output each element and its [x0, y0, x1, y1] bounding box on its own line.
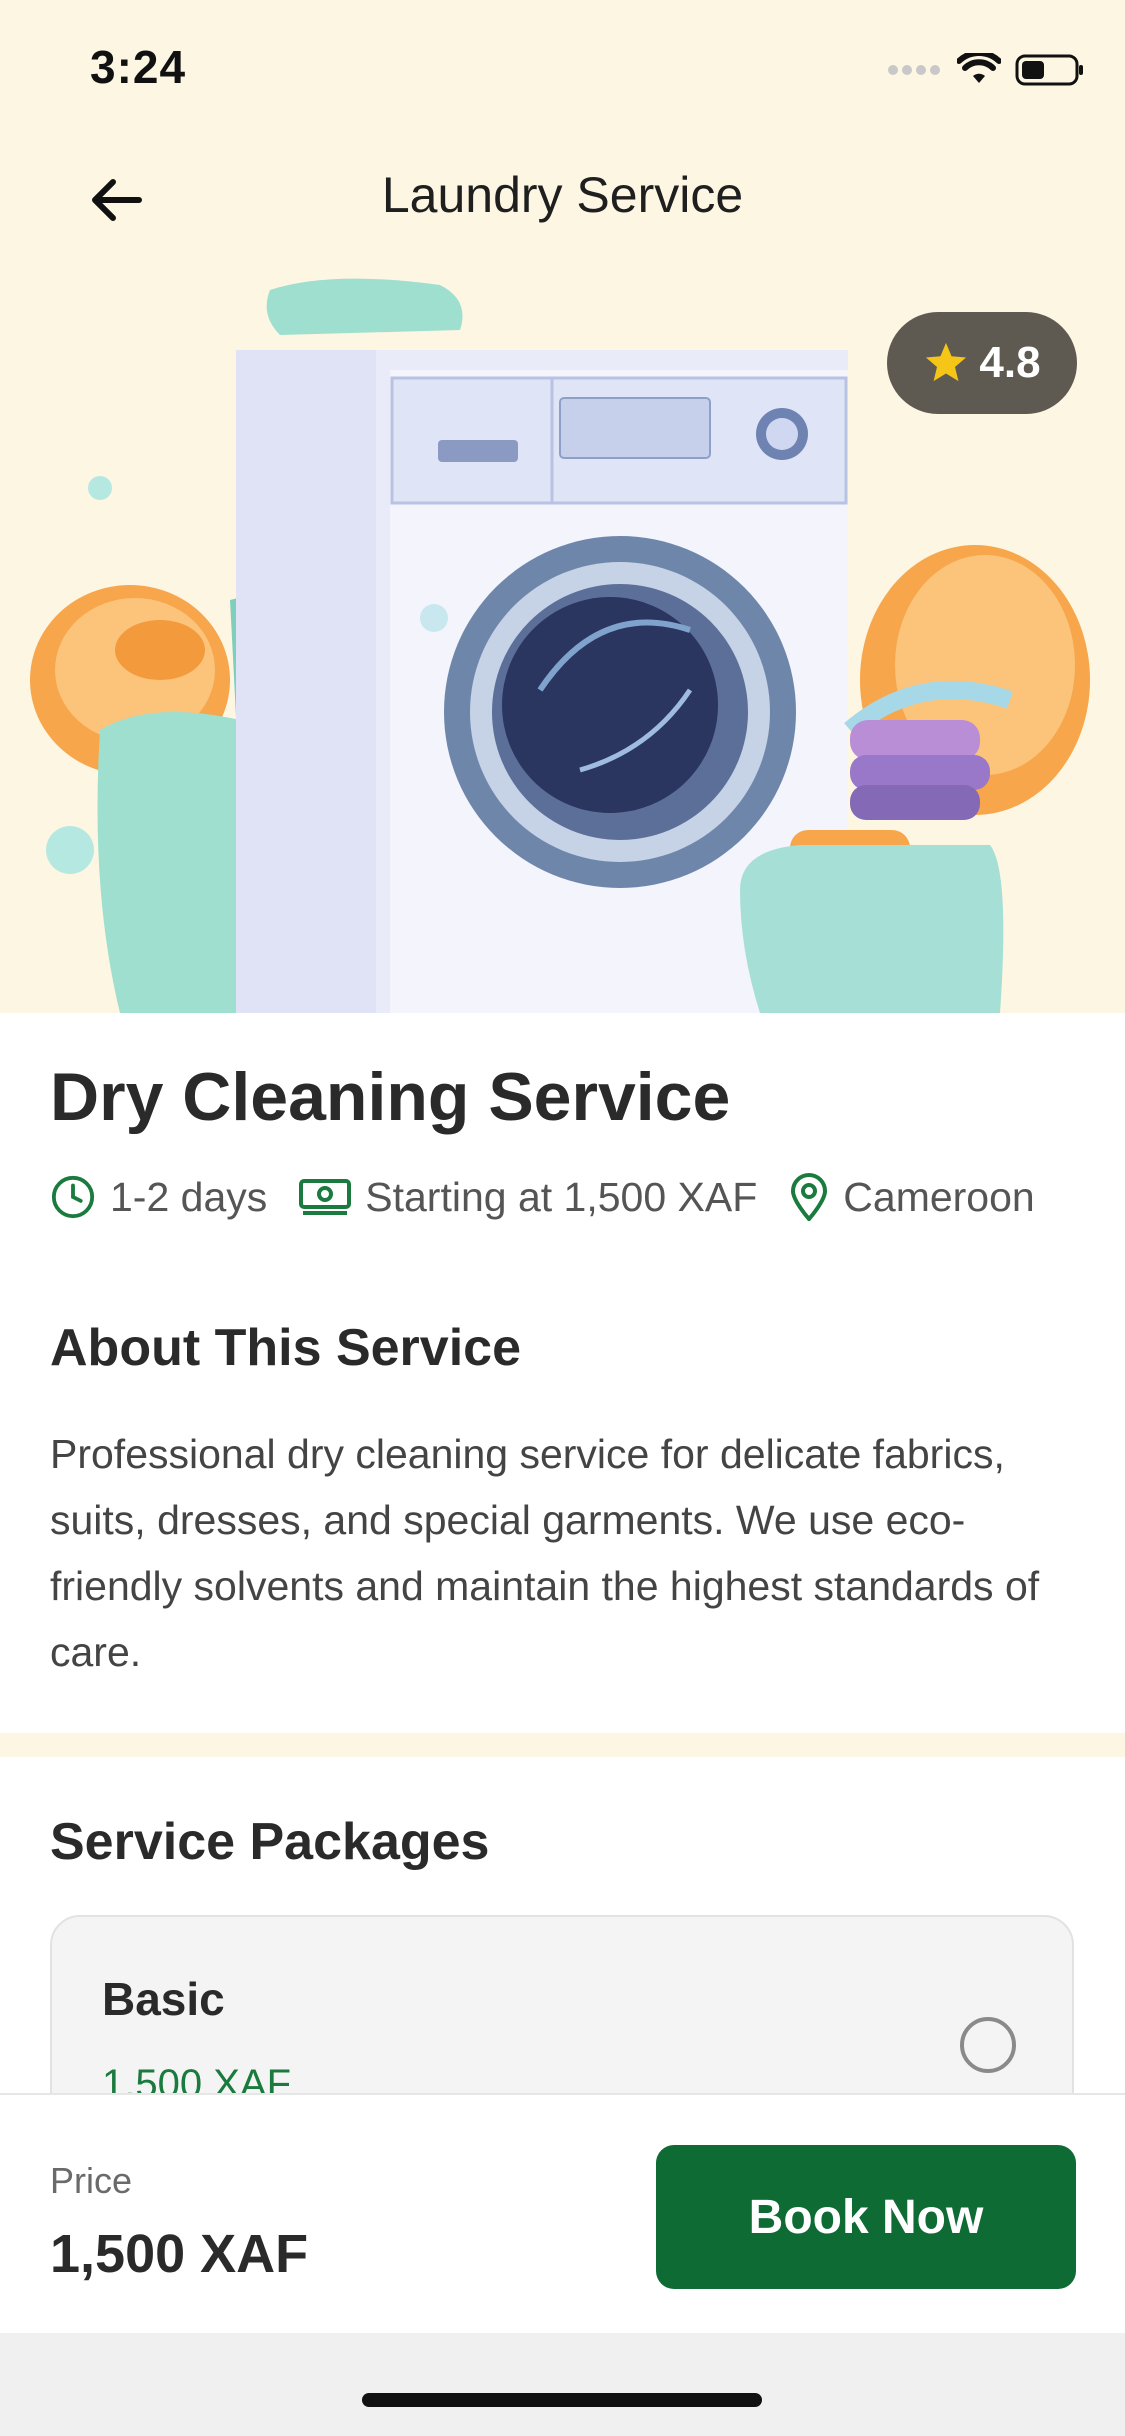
battery-icon: [1015, 54, 1083, 86]
rating-value: 4.8: [979, 338, 1041, 387]
price-label: Price: [50, 2160, 133, 2201]
status-bar: 3:24: [0, 0, 1125, 140]
nav-bar: Laundry Service: [0, 140, 1125, 260]
status-icons: [887, 50, 1085, 90]
price-info: Starting at 1,500 XAF: [299, 1174, 757, 1221]
cellular-signal-icon: [888, 65, 940, 75]
star-icon: [926, 342, 967, 382]
location-pin-icon: [791, 1173, 828, 1221]
packages-heading: Service Packages: [50, 1813, 490, 1871]
home-indicator[interactable]: [362, 2393, 762, 2407]
location-info: Cameroon: [789, 1173, 1035, 1221]
package-radio-button[interactable]: [960, 2017, 1016, 2073]
duration-info: 1-2 days: [50, 1174, 267, 1221]
book-now-button[interactable]: Book Now: [656, 2145, 1076, 2289]
price-range-text: Starting at 1,500 XAF: [365, 1173, 758, 1220]
clock-icon: [51, 1175, 95, 1219]
service-title: Dry Cleaning Service: [50, 1059, 731, 1135]
service-meta: 1-2 days Starting at 1,500 XAF Cameroon: [50, 1173, 1090, 1221]
hero-section: 3:24 Laundry Service 4.8: [0, 0, 1125, 1013]
wifi-icon: [957, 53, 1001, 83]
rating-badge: 4.8: [887, 312, 1077, 414]
price-value: 1,500 XAF: [50, 2224, 309, 2284]
about-description: Professional dry cleaning service for de…: [50, 1431, 1040, 1675]
location-text: Cameroon: [843, 1173, 1035, 1220]
status-time: 3:24: [90, 41, 187, 93]
package-name: Basic: [102, 1973, 225, 2025]
about-heading: About This Service: [50, 1319, 521, 1377]
page-title: Laundry Service: [381, 167, 744, 223]
section-divider: [0, 1733, 1125, 1757]
duration-text: 1-2 days: [110, 1173, 268, 1220]
money-icon: [299, 1179, 352, 1215]
booking-bar: Price 1,500 XAF Book Now: [0, 2093, 1125, 2333]
home-indicator-area: [0, 2333, 1125, 2436]
